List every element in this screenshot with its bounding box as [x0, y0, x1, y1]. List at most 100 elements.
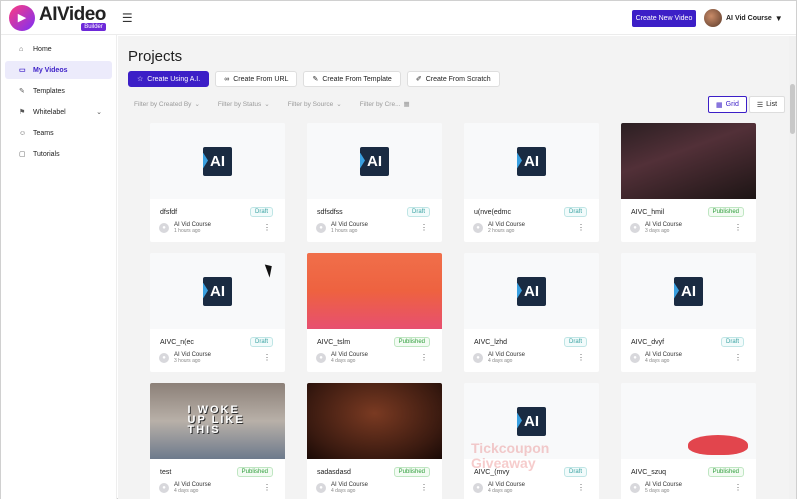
filter-source[interactable]: Filter by Source ⌄ — [288, 100, 342, 108]
create-new-video-button[interactable]: Create New Video — [632, 10, 696, 27]
more-options-icon[interactable]: ⋮ — [577, 484, 585, 492]
status-badge: Draft — [249, 337, 273, 347]
filter-bar: Filter by Created By ⌄ Filter by Status ⌄ … — [134, 100, 410, 108]
shape-decoration — [688, 435, 748, 455]
project-card[interactable]: AI AIVC_dvyf Draft ● AI Vid Course 4 days … — [621, 253, 756, 372]
more-options-icon[interactable]: ⋮ — [734, 354, 742, 362]
hamburger-icon[interactable]: ☰ — [122, 11, 133, 25]
page-title: Projects — [128, 48, 183, 65]
user-icon: ● — [473, 483, 483, 494]
more-options-icon[interactable]: ⋮ — [420, 224, 428, 232]
project-card[interactable]: AI AIVC_n(ec Draft ● AI Vid Course 3 hours… — [150, 253, 285, 372]
logo-name: AIVideo — [39, 3, 106, 25]
project-name: AIVC_dvyf — [631, 339, 665, 346]
create-from-url-button[interactable]: ∞ Create From URL — [215, 71, 298, 87]
more-options-icon[interactable]: ⋮ — [263, 354, 271, 362]
more-options-icon[interactable]: ⋮ — [577, 354, 585, 362]
project-thumbnail[interactable]: AI — [621, 253, 756, 329]
project-owner: ● AI Vid Course 3 hours ago — [159, 352, 211, 364]
project-thumbnail[interactable]: AI — [464, 123, 599, 199]
create-actions: ☆ Create Using A.I. ∞ Create From URL ✎ … — [128, 71, 500, 87]
sidebar-item-whitelabel[interactable]: ⚑ Whitelabel ⌄ — [5, 103, 112, 121]
template-icon: ✎ — [19, 88, 25, 95]
list-view-button[interactable]: ☰ List — [748, 96, 786, 113]
status-badge: Draft — [563, 337, 587, 347]
app-logo[interactable]: ▶ AIVideo Builder — [9, 3, 106, 31]
more-options-icon[interactable]: ⋮ — [734, 484, 742, 492]
tutorial-icon: ▢ — [19, 151, 26, 158]
project-card[interactable]: AI u(nve(edmc Draft ● AI Vid Course 2 hour… — [464, 123, 599, 242]
project-owner: ● AI Vid Course 4 days ago — [473, 482, 525, 494]
project-card[interactable]: AI AIVC_lzhd Draft ● AI Vid Course 4 days … — [464, 253, 599, 372]
status-badge: Draft — [563, 467, 587, 477]
project-thumbnail[interactable]: AI — [307, 123, 442, 199]
project-owner: ● AI Vid Course 3 days ago — [630, 222, 682, 234]
more-options-icon[interactable]: ⋮ — [734, 224, 742, 232]
project-owner: ● AI Vid Course 1 hours ago — [316, 222, 368, 234]
more-options-icon[interactable]: ⋮ — [577, 224, 585, 232]
status-badge: Published — [707, 207, 744, 217]
more-options-icon[interactable]: ⋮ — [263, 224, 271, 232]
grid-view-button[interactable]: ▦ Grid — [708, 96, 747, 113]
ai-logo-icon: AI — [203, 146, 232, 176]
project-thumbnail[interactable] — [621, 123, 756, 199]
chevron-down-icon: ⌄ — [96, 109, 102, 116]
project-name: sadasdasd — [317, 469, 351, 476]
template-icon: ✎ — [312, 76, 319, 83]
project-card[interactable]: AI dfsfdf Draft ● AI Vid Course 1 hours ag… — [150, 123, 285, 242]
create-using-ai-button[interactable]: ☆ Create Using A.I. — [128, 71, 210, 87]
project-thumbnail[interactable] — [621, 383, 756, 459]
calendar-icon: ▦ — [403, 101, 410, 108]
project-thumbnail[interactable]: I WOKE UP LIKE THIS — [150, 383, 285, 459]
more-options-icon[interactable]: ⋮ — [263, 484, 271, 492]
sidebar-item-home[interactable]: ⌂ Home — [5, 40, 112, 58]
project-name: sdfsdfss — [317, 209, 343, 216]
project-card[interactable]: I WOKE UP LIKE THIS test Published ● AI V… — [150, 383, 285, 499]
sidebar-item-my-videos[interactable]: ▭ My Videos — [5, 61, 112, 79]
chevron-down-icon: ⌄ — [336, 101, 342, 108]
chevron-down-icon: ⌄ — [264, 101, 270, 108]
filter-status[interactable]: Filter by Status ⌄ — [218, 100, 270, 108]
project-owner: ● AI Vid Course 2 hours ago — [473, 222, 525, 234]
scrollbar-thumb[interactable] — [790, 84, 795, 134]
project-thumbnail[interactable] — [307, 383, 442, 459]
user-name: AI Vid Course — [726, 14, 772, 22]
sidebar-item-tutorials[interactable]: ▢ Tutorials — [5, 145, 112, 163]
ai-logo-icon: AI — [360, 146, 389, 176]
more-options-icon[interactable]: ⋮ — [420, 354, 428, 362]
user-icon: ● — [159, 223, 169, 234]
ai-logo-icon: AI — [517, 146, 546, 176]
team-icon: ☺ — [19, 129, 27, 137]
project-card[interactable]: AIVC_hmil Published ● AI Vid Course 3 days… — [621, 123, 756, 242]
user-icon: ● — [159, 483, 169, 494]
project-thumbnail[interactable]: AI — [464, 253, 599, 329]
project-card[interactable]: sadasdasd Published ● AI Vid Course 4 days… — [307, 383, 442, 499]
user-icon: ● — [316, 483, 326, 494]
ai-logo-icon: AI — [517, 406, 546, 436]
user-icon: ● — [630, 353, 640, 364]
sidebar: ⌂ Home ▭ My Videos ✎ Templates ⚑ Whitela… — [1, 35, 117, 499]
sidebar-item-teams[interactable]: ☺ Teams — [5, 124, 112, 142]
project-card[interactable]: AI sdfsdfss Draft ● AI Vid Course 1 hours … — [307, 123, 442, 242]
user-icon: ● — [316, 223, 326, 234]
user-icon: ● — [473, 223, 483, 234]
project-thumbnail[interactable] — [307, 253, 442, 329]
project-card[interactable]: AIVC_tslm Published ● AI Vid Course 4 days… — [307, 253, 442, 372]
project-thumbnail[interactable]: AI — [464, 383, 599, 459]
create-from-template-button[interactable]: ✎ Create From Template — [303, 71, 401, 87]
user-icon: ● — [316, 353, 326, 364]
filter-created-date[interactable]: Filter by Cre... ▦ — [360, 100, 410, 108]
more-options-icon[interactable]: ⋮ — [420, 484, 428, 492]
project-owner: ● AI Vid Course 4 days ago — [473, 352, 525, 364]
project-thumbnail[interactable]: AI — [150, 123, 285, 199]
create-from-scratch-button[interactable]: ✐ Create From Scratch — [406, 71, 500, 87]
top-bar: ▶ AIVideo Builder ☰ Create New Video AI … — [1, 1, 796, 35]
project-card[interactable]: AI AIVC_(mvy Draft ● AI Vid Course 4 days … — [464, 383, 599, 499]
project-card[interactable]: AIVC_szuq Published ● AI Vid Course 5 days… — [621, 383, 756, 499]
scrollbar[interactable] — [789, 36, 796, 499]
chevron-down-icon: ⌄ — [194, 101, 200, 108]
project-grid: AI dfsfdf Draft ● AI Vid Course 1 hours ag… — [150, 123, 756, 499]
sidebar-item-templates[interactable]: ✎ Templates — [5, 82, 112, 100]
user-menu[interactable]: AI Vid Course ▼ — [704, 9, 783, 27]
filter-created-by[interactable]: Filter by Created By ⌄ — [134, 100, 200, 108]
